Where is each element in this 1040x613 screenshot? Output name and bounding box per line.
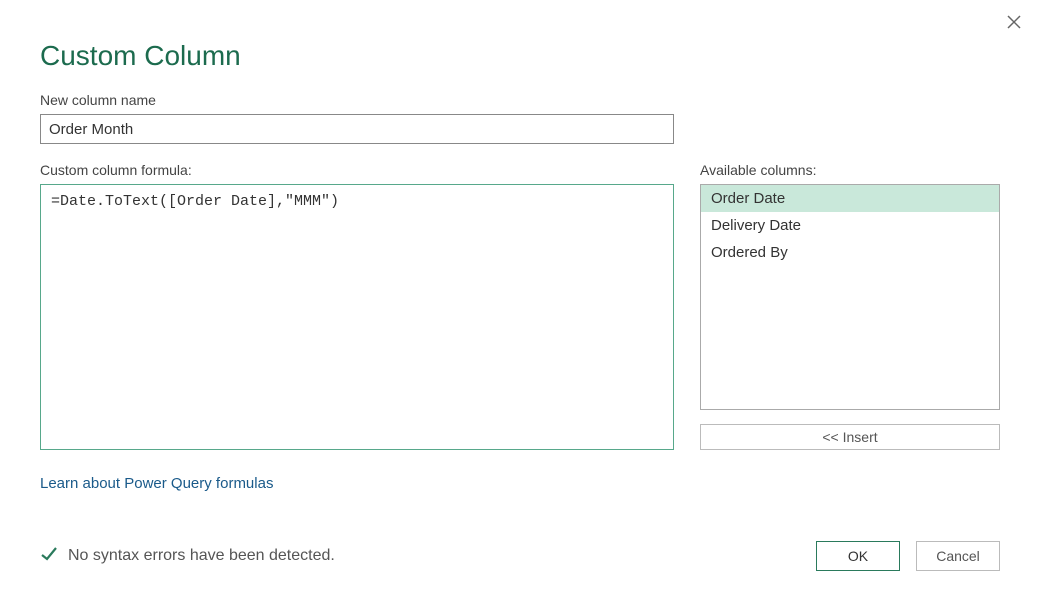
learn-link[interactable]: Learn about Power Query formulas xyxy=(40,475,273,492)
formula-input[interactable] xyxy=(40,184,674,450)
new-column-input[interactable] xyxy=(40,114,674,144)
dialog-title: Custom Column xyxy=(40,40,1000,72)
formula-label: Custom column formula: xyxy=(40,162,674,178)
list-item[interactable]: Ordered By xyxy=(701,239,999,266)
list-item[interactable]: Order Date xyxy=(701,185,999,212)
close-icon xyxy=(1006,17,1022,34)
ok-button[interactable]: OK xyxy=(816,541,900,571)
status-text: No syntax errors have been detected. xyxy=(68,547,335,565)
check-icon xyxy=(40,545,58,568)
available-columns-label: Available columns: xyxy=(700,162,1000,178)
status-bar: No syntax errors have been detected. xyxy=(40,545,335,568)
insert-button[interactable]: << Insert xyxy=(700,424,1000,450)
close-button[interactable] xyxy=(1006,14,1022,35)
cancel-button[interactable]: Cancel xyxy=(916,541,1000,571)
new-column-label: New column name xyxy=(40,92,1000,108)
available-columns-list[interactable]: Order Date Delivery Date Ordered By xyxy=(700,184,1000,410)
list-item[interactable]: Delivery Date xyxy=(701,212,999,239)
